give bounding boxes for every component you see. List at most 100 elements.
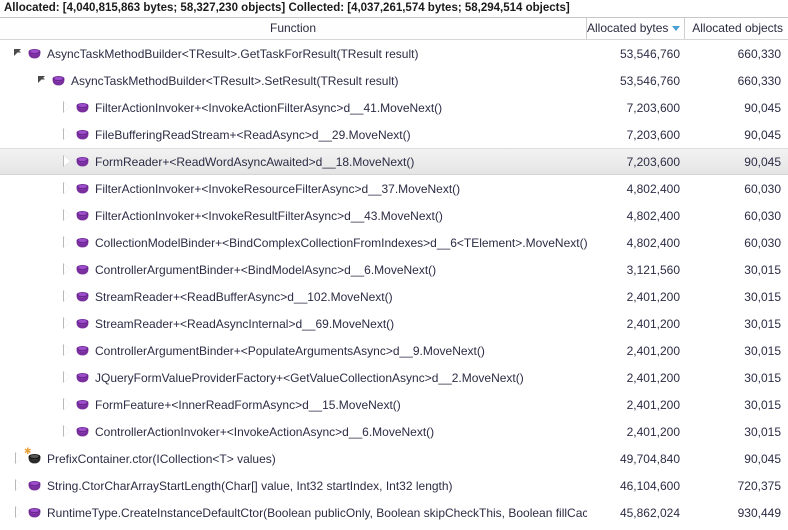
- tree-indent-spacer: [0, 350, 60, 351]
- cell-function[interactable]: FormReader+<ReadWordAsyncAwaited>d__18.M…: [0, 149, 587, 174]
- table-row[interactable]: ControllerArgumentBinder+<BindModelAsync…: [0, 256, 788, 283]
- tree-indent-spacer: [0, 323, 60, 324]
- expand-collapse-triangle-closed-icon[interactable]: [60, 100, 74, 115]
- expand-collapse-triangle-closed-icon[interactable]: [60, 262, 74, 277]
- function-signature-label: StreamReader+<ReadBufferAsync>d__102.Mov…: [95, 289, 393, 304]
- table-row[interactable]: ControllerArgumentBinder+<PopulateArgume…: [0, 337, 788, 364]
- expand-collapse-triangle-closed-icon[interactable]: [12, 478, 26, 493]
- expand-collapse-triangle-closed-icon[interactable]: [60, 424, 74, 439]
- cell-function[interactable]: ControllerActionInvoker+<InvokeActionAsy…: [0, 419, 587, 444]
- table-row[interactable]: JQueryFormValueProviderFactory+<GetValue…: [0, 364, 788, 391]
- expand-collapse-triangle-closed-icon[interactable]: [60, 289, 74, 304]
- tree-indent-spacer: [0, 431, 60, 432]
- table-row[interactable]: ControllerActionInvoker+<InvokeActionAsy…: [0, 418, 788, 445]
- cell-function[interactable]: StreamReader+<ReadBufferAsync>d__102.Mov…: [0, 284, 587, 309]
- table-row[interactable]: StreamReader+<ReadBufferAsync>d__102.Mov…: [0, 283, 788, 310]
- column-header-allocated-bytes[interactable]: Allocated bytes: [587, 18, 685, 39]
- cell-function[interactable]: String.CtorCharArrayStartLength(Char[] v…: [0, 473, 587, 498]
- tree-indent-spacer: [0, 512, 12, 513]
- cell-allocated-bytes: 7,203,600: [626, 127, 680, 142]
- expand-collapse-triangle-open-icon[interactable]: [36, 74, 50, 88]
- function-signature-label: FormReader+<ReadWordAsyncAwaited>d__18.M…: [95, 154, 415, 169]
- expand-collapse-triangle-closed-icon[interactable]: [60, 154, 74, 169]
- cell-function[interactable]: AsyncTaskMethodBuilder<TResult>.SetResul…: [0, 68, 587, 93]
- table-row[interactable]: String.CtorCharArrayStartLength(Char[] v…: [0, 472, 788, 499]
- cell-allocated-bytes: 49,704,840: [619, 451, 680, 466]
- cell-allocated-bytes: 2,401,200: [626, 424, 680, 439]
- tree-indent-spacer: [0, 242, 60, 243]
- cell-allocated-bytes: 2,401,200: [626, 343, 680, 358]
- function-signature-label: AsyncTaskMethodBuilder<TResult>.SetResul…: [71, 73, 399, 88]
- expand-collapse-triangle-closed-icon[interactable]: [60, 370, 74, 385]
- cell-allocated-bytes: 2,401,200: [626, 397, 680, 412]
- table-row[interactable]: AsyncTaskMethodBuilder<TResult>.SetResul…: [0, 67, 788, 94]
- method-icon: [26, 505, 44, 521]
- cell-function[interactable]: FilterActionInvoker+<InvokeActionFilterA…: [0, 95, 587, 120]
- method-icon: [74, 316, 92, 332]
- cell-allocated-objects: 30,015: [744, 343, 781, 358]
- cell-function[interactable]: StreamReader+<ReadAsyncInternal>d__69.Mo…: [0, 311, 587, 336]
- column-header-function[interactable]: Function: [0, 18, 587, 39]
- cell-function[interactable]: FilterActionInvoker+<InvokeResultFilterA…: [0, 203, 587, 228]
- allocation-call-tree-grid[interactable]: Function Allocated bytes Allocated objec…: [0, 17, 788, 530]
- cell-allocated-bytes: 7,203,600: [626, 100, 680, 115]
- method-icon: [74, 235, 92, 251]
- tree-indent-spacer: [0, 134, 60, 135]
- allocation-summary-bar: Allocated: [4,040,815,863 bytes; 58,327,…: [0, 0, 788, 17]
- expand-collapse-triangle-closed-icon[interactable]: [60, 235, 74, 250]
- expand-collapse-triangle-closed-icon[interactable]: [60, 208, 74, 223]
- method-icon-static: ✱: [24, 446, 44, 467]
- cell-function[interactable]: FileBufferingReadStream+<ReadAsync>d__29…: [0, 122, 587, 147]
- cell-function[interactable]: ControllerArgumentBinder+<PopulateArgume…: [0, 338, 587, 363]
- cell-function[interactable]: FilterActionInvoker+<InvokeResourceFilte…: [0, 176, 587, 201]
- cell-allocated-objects: 30,015: [744, 370, 781, 385]
- cell-allocated-bytes: 2,401,200: [626, 289, 680, 304]
- tree-indent-spacer: [0, 188, 60, 189]
- cell-function[interactable]: ControllerArgumentBinder+<BindModelAsync…: [0, 257, 587, 282]
- cell-allocated-objects: 660,330: [737, 46, 781, 61]
- table-row[interactable]: CollectionModelBinder+<BindComplexCollec…: [0, 229, 788, 256]
- cell-allocated-objects: 720,375: [737, 478, 781, 493]
- function-signature-label: String.CtorCharArrayStartLength(Char[] v…: [47, 478, 453, 493]
- cell-function[interactable]: FormFeature+<InnerReadFormAsync>d__15.Mo…: [0, 392, 587, 417]
- tree-indent-spacer: [0, 107, 60, 108]
- function-signature-label: FilterActionInvoker+<InvokeResultFilterA…: [95, 208, 443, 223]
- cell-allocated-bytes: 46,104,600: [619, 478, 680, 493]
- cell-function[interactable]: JQueryFormValueProviderFactory+<GetValue…: [0, 365, 587, 390]
- table-row[interactable]: FilterActionInvoker+<InvokeResultFilterA…: [0, 202, 788, 229]
- expand-collapse-triangle-closed-icon[interactable]: [60, 127, 74, 142]
- cell-allocated-objects: 90,045: [744, 154, 781, 169]
- function-signature-label: FilterActionInvoker+<InvokeActionFilterA…: [95, 100, 443, 115]
- expand-collapse-triangle-closed-icon[interactable]: [60, 316, 74, 331]
- expand-collapse-triangle-closed-icon[interactable]: [12, 505, 26, 520]
- table-row[interactable]: AsyncTaskMethodBuilder<TResult>.GetTaskF…: [0, 40, 788, 67]
- table-row[interactable]: StreamReader+<ReadAsyncInternal>d__69.Mo…: [0, 310, 788, 337]
- cell-function[interactable]: ✱ PrefixContainer.ctor(ICollection<T> val…: [0, 446, 587, 471]
- expand-collapse-triangle-open-icon[interactable]: [12, 47, 26, 61]
- expand-collapse-triangle-closed-icon[interactable]: [60, 343, 74, 358]
- table-row[interactable]: FormReader+<ReadWordAsyncAwaited>d__18.M…: [0, 148, 788, 175]
- static-member-asterisk-icon: ✱: [24, 446, 32, 457]
- table-row[interactable]: FileBufferingReadStream+<ReadAsync>d__29…: [0, 121, 788, 148]
- cell-function[interactable]: AsyncTaskMethodBuilder<TResult>.GetTaskF…: [0, 41, 587, 66]
- grid-header-row: Function Allocated bytes Allocated objec…: [0, 18, 788, 40]
- table-row[interactable]: ✱ PrefixContainer.ctor(ICollection<T> val…: [0, 445, 788, 472]
- tree-indent-spacer: [0, 269, 60, 270]
- function-signature-label: FileBufferingReadStream+<ReadAsync>d__29…: [95, 127, 411, 142]
- column-header-allocated-objects[interactable]: Allocated objects: [685, 18, 787, 39]
- cell-allocated-objects: 30,015: [744, 262, 781, 277]
- table-row[interactable]: FilterActionInvoker+<InvokeResourceFilte…: [0, 175, 788, 202]
- expand-collapse-triangle-closed-icon[interactable]: [60, 181, 74, 196]
- table-row[interactable]: FilterActionInvoker+<InvokeActionFilterA…: [0, 94, 788, 121]
- cell-function[interactable]: CollectionModelBinder+<BindComplexCollec…: [0, 230, 587, 255]
- table-row[interactable]: RuntimeType.CreateInstanceDefaultCtor(Bo…: [0, 499, 788, 526]
- expand-collapse-triangle-closed-icon[interactable]: [60, 397, 74, 412]
- cell-allocated-objects: 660,330: [737, 73, 781, 88]
- function-signature-label: CollectionModelBinder+<BindComplexCollec…: [95, 235, 587, 250]
- cell-function[interactable]: RuntimeType.CreateInstanceDefaultCtor(Bo…: [0, 500, 587, 525]
- method-icon: [74, 397, 92, 413]
- method-icon: [74, 343, 92, 359]
- table-row[interactable]: FormFeature+<InnerReadFormAsync>d__15.Mo…: [0, 391, 788, 418]
- method-icon: [74, 181, 92, 197]
- cell-allocated-bytes: 7,203,600: [626, 154, 680, 169]
